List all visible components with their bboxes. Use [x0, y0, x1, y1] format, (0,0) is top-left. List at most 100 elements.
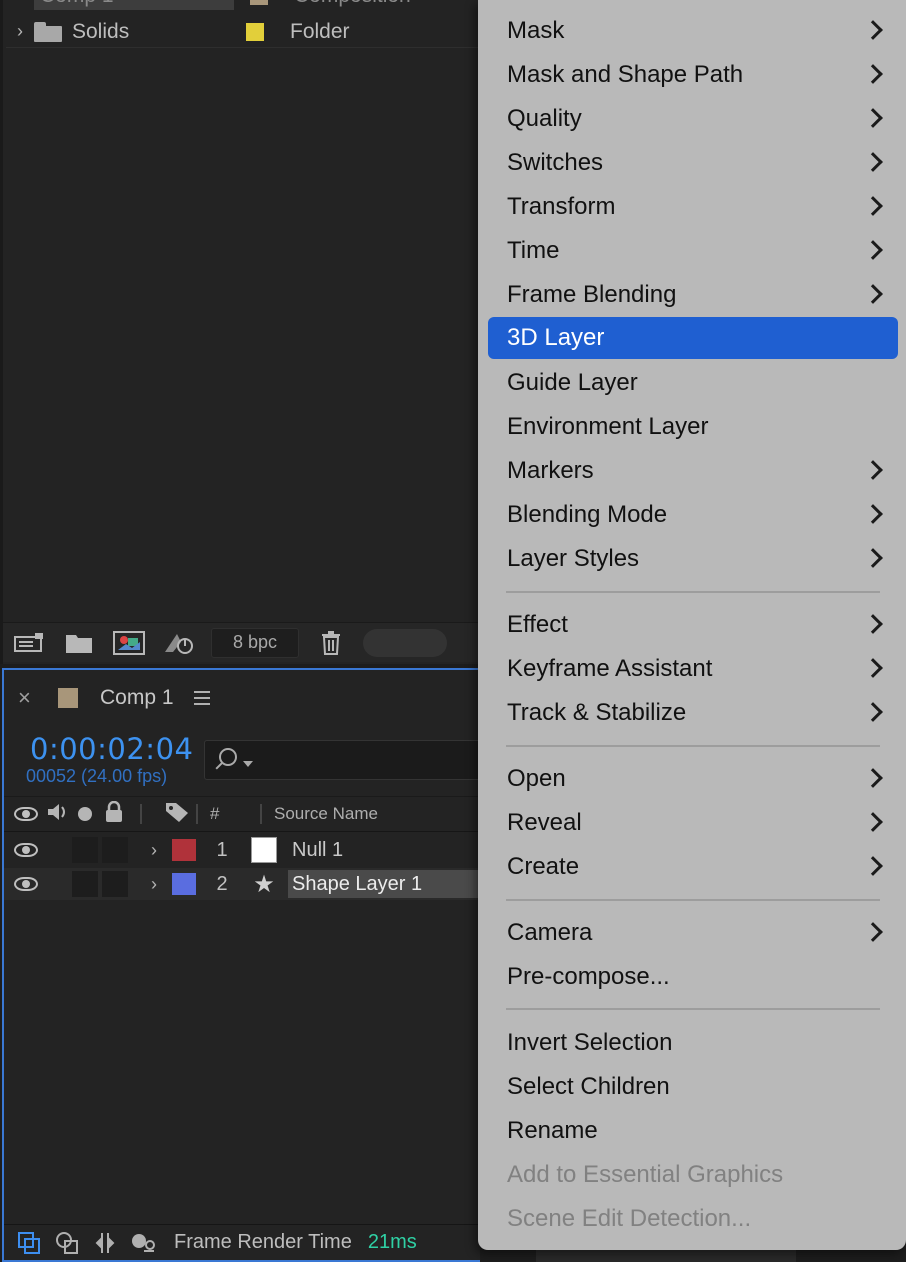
layer-label-swatch[interactable] [172, 873, 196, 895]
menu-item-environment-layer[interactable]: Environment Layer [488, 406, 898, 448]
layer-search-input[interactable] [204, 740, 480, 780]
menu-item-open[interactable]: Open [488, 758, 898, 800]
frame-count-display: 00052 (24.00 fps) [26, 766, 168, 786]
menu-item-track-and-stabilize[interactable]: Track & Stabilize [488, 692, 898, 734]
menu-item-label: Camera [507, 919, 593, 946]
menu-item-frame-blending[interactable]: Frame Blending [488, 274, 898, 316]
layer-row[interactable]: › 2 ★ Shape Layer 1 [4, 868, 480, 900]
speaker-icon[interactable] [46, 801, 70, 828]
menu-item-label: Open [507, 765, 566, 792]
menu-item-blending-mode[interactable]: Blending Mode [488, 494, 898, 536]
label-swatch[interactable] [246, 22, 264, 41]
layer-number: 1 [216, 838, 228, 861]
menu-item-reveal[interactable]: Reveal [488, 802, 898, 844]
menu-item-create[interactable]: Create [488, 846, 898, 888]
menu-item-label: Invert Selection [507, 1029, 673, 1056]
menu-separator [506, 899, 880, 901]
frame-render-time-label: Frame Render Time [174, 1231, 352, 1253]
project-item-solids-folder[interactable]: › Solids Folder [6, 16, 483, 48]
chevron-right-icon[interactable]: › [144, 874, 164, 895]
menu-item-label: Rename [507, 1117, 598, 1144]
audio-switch[interactable] [72, 871, 98, 897]
menu-separator [506, 591, 880, 593]
flowchart-toggle[interactable] [363, 628, 447, 657]
background-panel [536, 1250, 796, 1262]
chevron-right-icon[interactable]: › [144, 840, 164, 861]
chevron-right-icon [866, 20, 880, 42]
project-panel: Comp 1 Composition › Solids Folder 8 bpc [0, 0, 483, 664]
eye-icon[interactable] [14, 877, 38, 891]
menu-item-keyframe-assistant[interactable]: Keyframe Assistant [488, 648, 898, 690]
menu-item-camera[interactable]: Camera [488, 912, 898, 954]
layer-name[interactable]: Null 1 [288, 836, 347, 864]
menu-item-quality[interactable]: Quality [488, 98, 898, 140]
menu-separator [506, 745, 880, 747]
menu-item-label: 3D Layer [507, 324, 605, 351]
menu-item-time[interactable]: Time [488, 230, 898, 272]
render-queue-icon[interactable] [161, 629, 197, 657]
menu-item-markers[interactable]: Markers [488, 450, 898, 492]
menu-item-label: Scene Edit Detection... [507, 1205, 752, 1232]
timeline-tab[interactable]: × Comp 1 [4, 670, 480, 726]
chevron-right-icon [866, 64, 880, 86]
chevron-right-icon [866, 284, 880, 306]
menu-item-select-children[interactable]: Select Children [488, 1066, 898, 1108]
menu-item-mask[interactable]: Mask [488, 10, 898, 52]
lock-switch[interactable] [102, 837, 128, 863]
chevron-right-icon [866, 548, 880, 570]
chevron-right-icon[interactable]: › [6, 21, 34, 42]
menu-item-mask-and-shape-path[interactable]: Mask and Shape Path [488, 54, 898, 96]
menu-item-layer-styles[interactable]: Layer Styles [488, 538, 898, 580]
menu-item-guide-layer[interactable]: Guide Layer [488, 362, 898, 404]
comp-label-swatch [58, 688, 78, 708]
layer-switches-icon[interactable] [16, 1231, 42, 1255]
menu-item-switches[interactable]: Switches [488, 142, 898, 184]
chevron-right-icon [866, 812, 880, 834]
null-layer-icon [250, 836, 278, 864]
menu-item-3d-layer[interactable]: 3D Layer [488, 317, 898, 359]
menu-item-label: Track & Stabilize [507, 699, 687, 726]
project-item-comp[interactable]: Comp 1 Composition [6, 0, 483, 10]
current-time-display[interactable]: 0:00:02:04 [30, 732, 193, 766]
panel-menu-icon[interactable] [193, 691, 212, 705]
menu-item-invert-selection[interactable]: Invert Selection [488, 1022, 898, 1064]
menu-item-pre-compose[interactable]: Pre-compose... [488, 956, 898, 998]
layer-name[interactable]: Shape Layer 1 [288, 870, 480, 898]
menu-item-label: Time [507, 237, 560, 264]
menu-item-effect[interactable]: Effect [488, 604, 898, 646]
chevron-right-icon [866, 922, 880, 944]
layer-row[interactable]: › 1 Null 1 [4, 834, 480, 866]
frame-render-time-value: 21ms [367, 1231, 417, 1253]
eye-icon[interactable] [14, 843, 38, 857]
in-out-icon[interactable] [92, 1231, 118, 1255]
column-header-number[interactable]: # [210, 804, 254, 824]
new-folder-icon[interactable] [61, 629, 97, 657]
menu-item-label: Transform [507, 193, 616, 220]
chevron-right-icon [866, 614, 880, 636]
bit-depth-button[interactable]: 8 bpc [211, 627, 299, 658]
menu-item-label: Quality [507, 105, 582, 132]
transfer-controls-icon[interactable] [54, 1231, 80, 1255]
new-composition-icon[interactable] [111, 629, 147, 657]
label-swatch[interactable] [250, 0, 268, 5]
motion-blur-icon[interactable] [130, 1231, 156, 1255]
label-tag-icon[interactable] [164, 801, 190, 828]
menu-item-label: Guide Layer [507, 369, 638, 396]
close-icon[interactable]: × [18, 685, 40, 711]
eye-icon[interactable] [14, 807, 38, 821]
lock-switch[interactable] [102, 871, 128, 897]
menu-item-transform[interactable]: Transform [488, 186, 898, 228]
menu-item-rename[interactable]: Rename [488, 1110, 898, 1152]
solo-icon[interactable] [78, 807, 92, 821]
interpret-footage-icon[interactable] [11, 629, 47, 657]
layer-label-swatch[interactable] [172, 839, 196, 861]
timeline-tab-name[interactable]: Comp 1 [100, 686, 174, 710]
layer-context-menu: Mask Mask and Shape Path Quality Switche… [478, 0, 906, 1250]
chevron-right-icon [866, 240, 880, 262]
folder-icon [34, 21, 62, 42]
column-header-source-name[interactable]: Source Name [274, 804, 378, 824]
menu-item-label: Switches [507, 149, 604, 176]
lock-icon[interactable] [104, 800, 124, 828]
audio-switch[interactable] [72, 837, 98, 863]
trash-icon[interactable] [313, 629, 349, 657]
